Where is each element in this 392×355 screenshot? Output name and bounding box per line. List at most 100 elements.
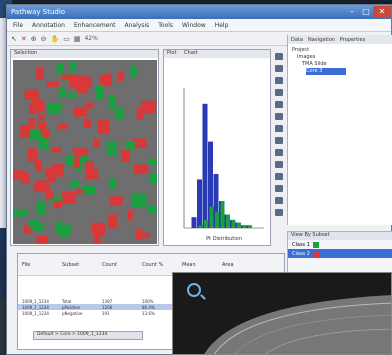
- segmented-cell: [81, 154, 88, 163]
- tree-item-selected[interactable]: Core 3: [306, 68, 346, 75]
- column-header[interactable]: Area: [218, 262, 258, 268]
- histogram-bar: [242, 225, 247, 228]
- project-tabs: Data Navigation Properties: [288, 35, 392, 44]
- menu-tools[interactable]: Tools: [158, 22, 173, 29]
- histogram-bar: [197, 179, 202, 228]
- tool-icon[interactable]: [275, 89, 283, 96]
- menu-annotation[interactable]: Annotation: [32, 22, 65, 29]
- window-controls: – □ ✕: [345, 5, 391, 19]
- segmented-cell: [47, 102, 63, 115]
- segmented-cell: [142, 232, 150, 239]
- column-header[interactable]: Mean: [178, 262, 218, 268]
- table-cell: 1206: [102, 304, 113, 310]
- menu-file[interactable]: File: [13, 22, 23, 29]
- segmented-cell: [135, 228, 143, 241]
- tab-data[interactable]: Data: [291, 37, 303, 43]
- segmented-cell: [131, 193, 147, 208]
- tool-icon[interactable]: [275, 209, 283, 216]
- tool-icon[interactable]: [275, 185, 283, 192]
- segmented-cell: [91, 222, 106, 236]
- status-bar: Default > Core > 1009_1_1234: [33, 331, 143, 340]
- segmented-cell: [66, 92, 77, 99]
- segmented-cell: [43, 129, 50, 139]
- table-cell: pPositive: [62, 304, 80, 310]
- close-button[interactable]: ✕: [373, 6, 391, 18]
- tool-icon[interactable]: [275, 161, 283, 168]
- tree-item[interactable]: Images: [292, 54, 389, 61]
- histogram-bar: [191, 217, 197, 228]
- segmented-cell: [65, 224, 72, 231]
- maximize-button[interactable]: □: [359, 6, 373, 18]
- segmented-cell: [51, 146, 62, 153]
- cut-icon[interactable]: ✕: [21, 35, 27, 43]
- segmented-cell: [114, 107, 124, 120]
- tool-icon[interactable]: [275, 53, 283, 60]
- histogram-bar: [198, 225, 203, 228]
- tab-chart[interactable]: Chart: [184, 50, 198, 56]
- tool-icon[interactable]: [275, 77, 283, 84]
- table-cell: 191: [102, 310, 110, 316]
- classes-panel-title: View By Subset: [288, 232, 392, 240]
- segmented-cell: [31, 99, 45, 112]
- fit-icon[interactable]: ▭: [63, 35, 70, 43]
- segmented-cell: [84, 102, 94, 109]
- segmented-cell: [100, 76, 111, 85]
- select-tool-icon[interactable]: ↖: [11, 35, 17, 43]
- segmented-cell: [127, 210, 133, 221]
- column-header[interactable]: File: [18, 262, 58, 268]
- menu-help[interactable]: Help: [215, 22, 229, 29]
- segmented-cell: [76, 87, 88, 94]
- segmented-cell: [85, 161, 94, 169]
- tool-icon[interactable]: [275, 65, 283, 72]
- segmented-cell: [81, 185, 96, 195]
- tool-icon[interactable]: [275, 197, 283, 204]
- zoom-level[interactable]: 42%: [84, 35, 97, 42]
- tab-properties[interactable]: Properties: [340, 37, 365, 43]
- project-panel: Data Navigation Properties Project Image…: [287, 35, 392, 225]
- class-row[interactable]: Class 2: [288, 249, 392, 258]
- segmented-cell: [147, 158, 157, 165]
- column-header[interactable]: Count %: [138, 262, 178, 268]
- tab-navigation[interactable]: Navigation: [308, 37, 335, 43]
- tree-item[interactable]: Project: [292, 47, 389, 54]
- tool-icon[interactable]: [275, 137, 283, 144]
- class-row[interactable]: Class 1: [288, 240, 392, 249]
- menu-analysis[interactable]: Analysis: [125, 22, 150, 29]
- segmented-cell: [58, 87, 66, 98]
- tool-icon[interactable]: [275, 125, 283, 132]
- zoom-in-icon[interactable]: ⊕: [31, 35, 37, 43]
- table-cell: 1009_1_1234: [22, 310, 49, 316]
- segmented-cell: [44, 190, 53, 199]
- tool-icon[interactable]: [275, 101, 283, 108]
- tool-icon[interactable]: [275, 113, 283, 120]
- zoom-out-icon[interactable]: ⊖: [41, 35, 47, 43]
- menu-enhancement[interactable]: Enhancement: [74, 22, 116, 29]
- histogram-bar: [202, 103, 208, 228]
- menu-window[interactable]: Window: [182, 22, 206, 29]
- class-name: Class 2: [292, 250, 310, 257]
- zoomed-image-window[interactable]: [172, 272, 392, 355]
- grid-icon[interactable]: ▦: [74, 35, 81, 43]
- column-header[interactable]: Subset: [58, 262, 98, 268]
- minimize-button[interactable]: –: [345, 6, 359, 18]
- segmented-cell: [83, 118, 91, 128]
- magnifier-icon[interactable]: [187, 283, 201, 297]
- pan-icon[interactable]: ✋: [51, 35, 60, 43]
- segmented-cell: [36, 201, 46, 215]
- segmented-cell: [24, 89, 39, 100]
- tissue-image[interactable]: [13, 60, 157, 244]
- segmented-cell: [62, 191, 77, 204]
- segmented-cell: [108, 214, 118, 229]
- tool-icon[interactable]: [275, 173, 283, 180]
- column-header[interactable]: Count: [98, 262, 138, 268]
- tab-plot[interactable]: Plot: [167, 50, 176, 56]
- segmented-cell: [149, 173, 157, 184]
- tree-item[interactable]: TMA Slide: [292, 61, 389, 68]
- vertical-toolbar: [273, 49, 285, 246]
- segmented-cell: [28, 118, 36, 127]
- segmented-cell: [125, 141, 135, 151]
- tool-icon[interactable]: [275, 149, 283, 156]
- segmented-cell: [46, 81, 59, 87]
- segmented-cell: [36, 66, 44, 80]
- image-panel: Selection: [10, 49, 159, 246]
